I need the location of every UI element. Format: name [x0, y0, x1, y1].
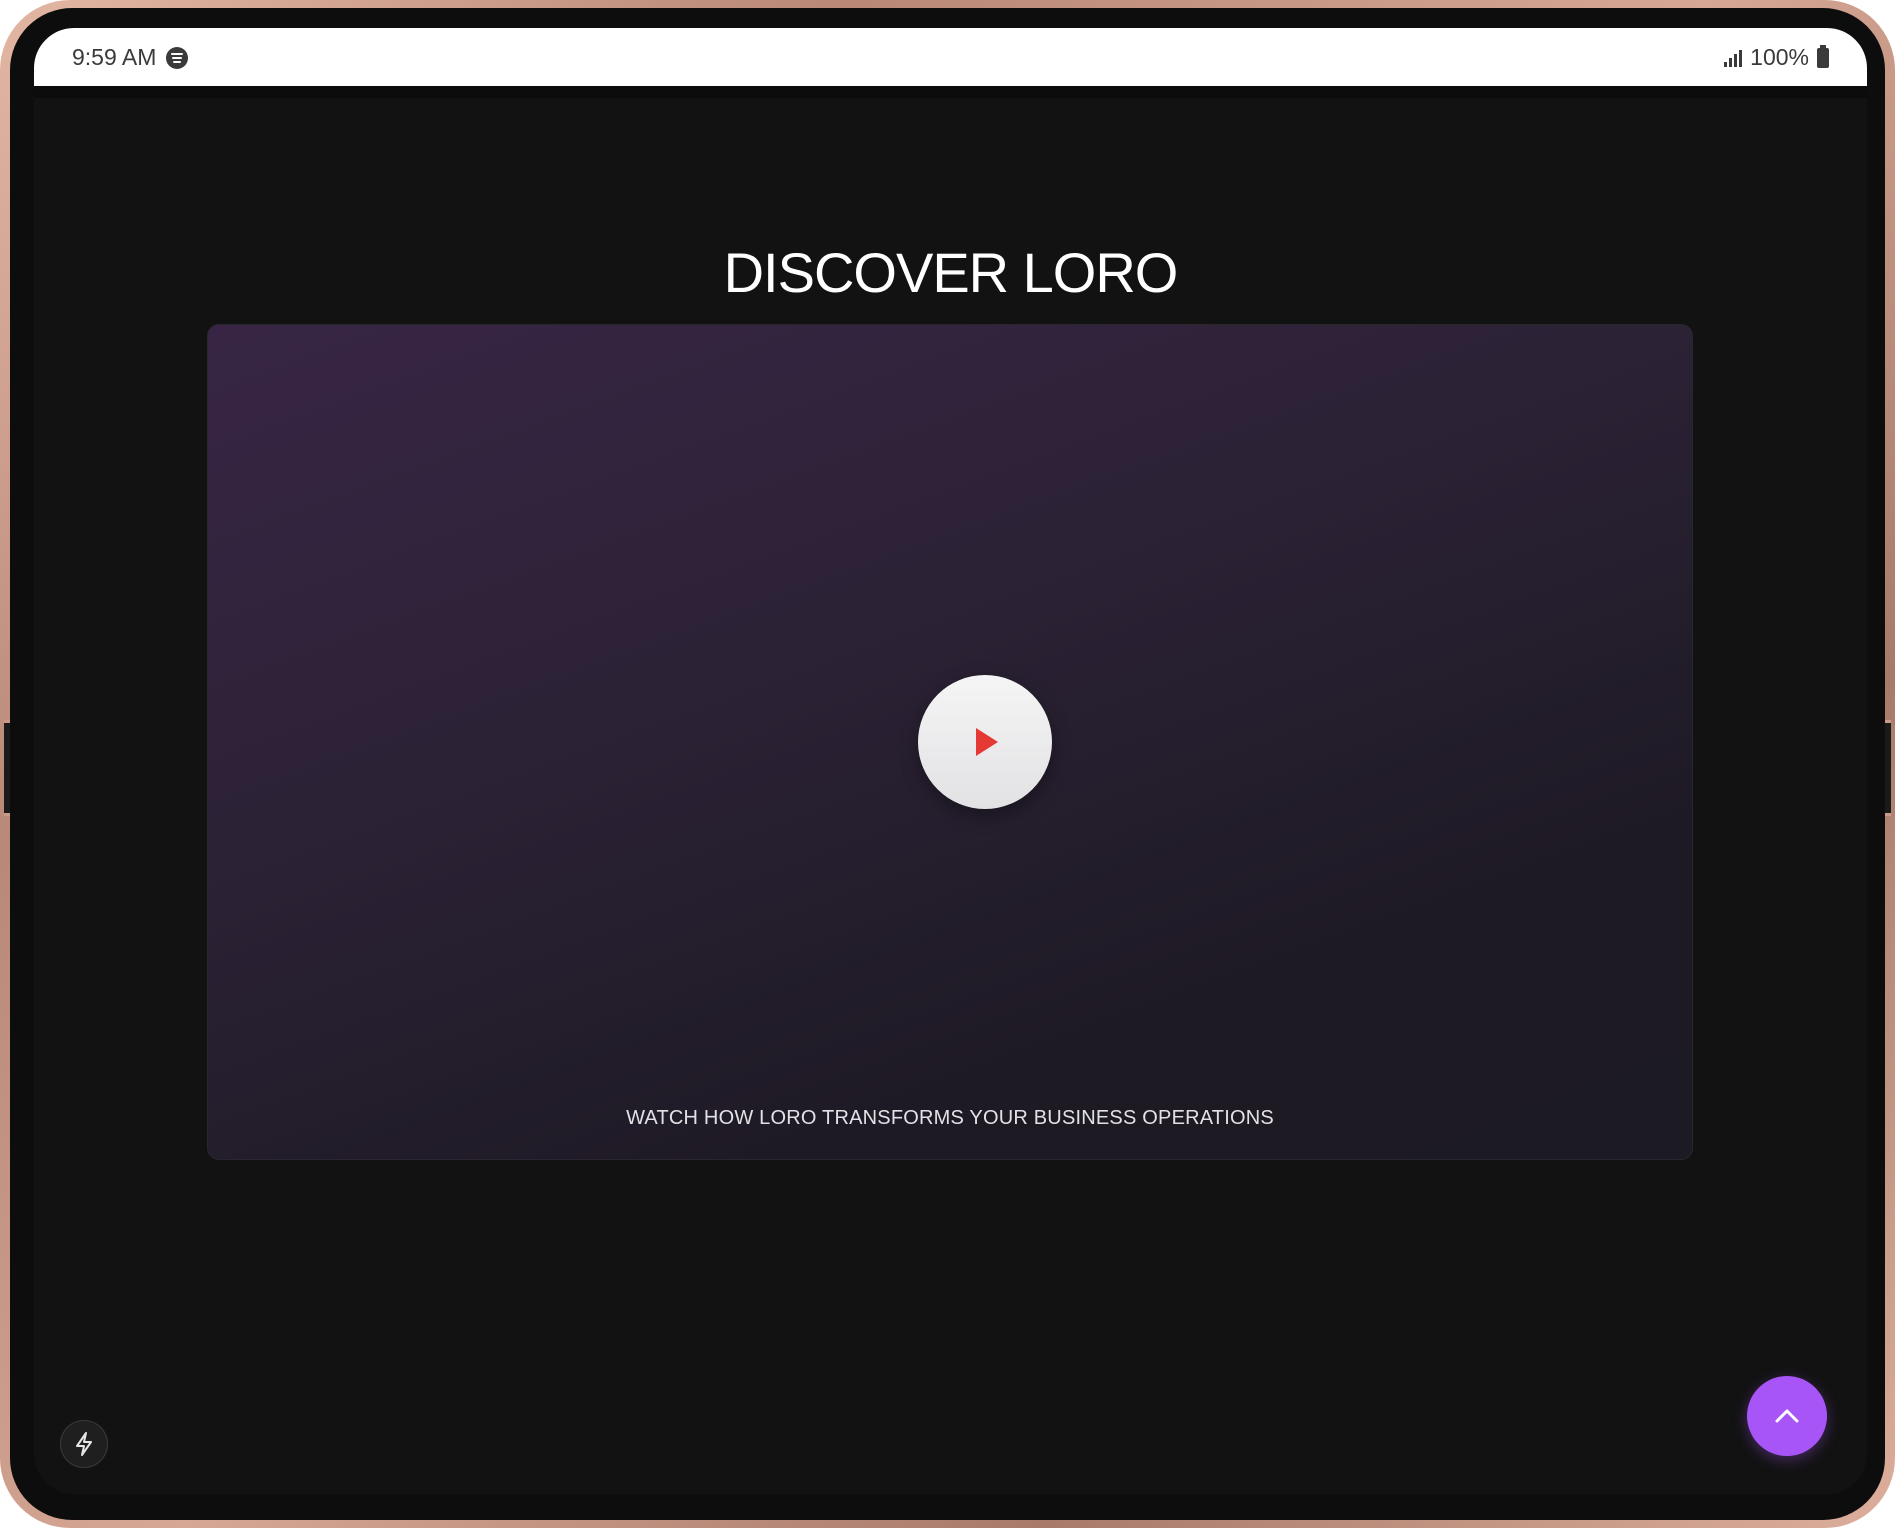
status-bar: 9:59 AM 100%	[34, 28, 1867, 86]
scroll-to-top-button[interactable]	[1747, 1376, 1827, 1456]
screen: 9:59 AM 100% DISCOVER LORO WATCH HOW LOR…	[34, 28, 1867, 1494]
chevron-up-icon	[1775, 1409, 1799, 1423]
device-frame: 9:59 AM 100% DISCOVER LORO WATCH HOW LOR…	[0, 0, 1895, 1528]
spotify-icon	[166, 46, 189, 69]
battery-percentage: 100%	[1750, 44, 1809, 70]
bolt-icon	[76, 1432, 92, 1456]
status-left: 9:59 AM	[72, 44, 189, 71]
battery-icon	[1817, 44, 1829, 68]
play-icon	[976, 728, 998, 756]
status-right: 100%	[1724, 44, 1829, 71]
video-caption: WATCH HOW LORO TRANSFORMS YOUR BUSINESS …	[626, 1107, 1274, 1129]
play-button[interactable]	[918, 675, 1052, 809]
status-time: 9:59 AM	[72, 44, 157, 70]
signal-icon	[1724, 49, 1743, 67]
bolt-button[interactable]	[60, 1420, 108, 1468]
page-title: DISCOVER LORO	[723, 240, 1179, 304]
header-shade	[34, 86, 1867, 98]
video-player[interactable]: WATCH HOW LORO TRANSFORMS YOUR BUSINESS …	[207, 324, 1693, 1160]
